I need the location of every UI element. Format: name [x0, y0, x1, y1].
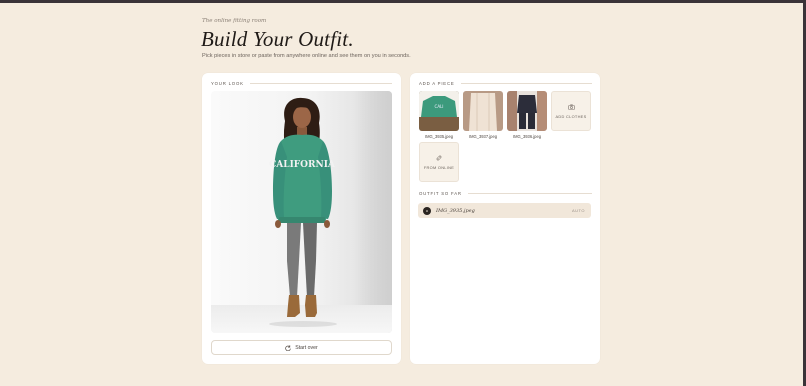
clothing-thumbnail[interactable] [463, 91, 503, 131]
your-look-heading-label: YOUR LOOK [211, 81, 244, 86]
outfit-item-tag: AUTO [571, 208, 585, 213]
dark-outfit-photo-icon [507, 91, 547, 131]
clothing-thumbnail[interactable]: CALI [419, 91, 459, 131]
link-icon [436, 155, 442, 160]
thumbnail-label: IMG_3935.jpeg [425, 134, 453, 139]
start-over-button[interactable]: Start over [211, 340, 392, 355]
beige-jacket-photo-icon [463, 91, 503, 131]
add-piece-heading: ADD A PIECE [419, 81, 592, 86]
thumbnail-label: IMG_3936.jpeg [513, 134, 541, 139]
your-look-heading: YOUR LOOK [211, 81, 392, 86]
refresh-icon [285, 344, 292, 351]
svg-text:CALI: CALI [435, 104, 444, 109]
from-online-label: FROM ONLINE [423, 164, 455, 170]
outfit-item[interactable]: IMG_3935.jpeg AUTO [418, 203, 591, 218]
divider [460, 83, 592, 84]
sweatshirt-print: CALIFORNIA [269, 160, 336, 170]
thumbnail-label: IMG_3937.jpeg [469, 134, 497, 139]
outfit-heading: OUTFIT SO FAR [419, 191, 592, 196]
window-top-border [0, 0, 806, 3]
add-piece-heading-label: ADD A PIECE [419, 81, 455, 86]
divider [249, 83, 392, 84]
page-kicker: The online fitting room [202, 18, 267, 24]
add-piece-card: ADD A PIECE CALI IMG_3935.jpeg IMG_3937.… [410, 73, 600, 364]
model-figure: CALIFORNIA [269, 97, 337, 327]
divider [467, 193, 592, 194]
page-subtitle: Pick pieces in store or paste from anywh… [202, 53, 411, 59]
from-online-button[interactable]: FROM ONLINE [419, 142, 459, 182]
your-look-card: YOUR LOOK CALIFORNIA Start over [202, 73, 401, 364]
outfit-item-name: IMG_3935.jpeg [436, 207, 475, 214]
outfit-heading-label: OUTFIT SO FAR [419, 191, 462, 196]
add-clothes-label: ADD CLOTHES [555, 113, 587, 119]
model-preview: CALIFORNIA [211, 91, 392, 333]
green-sweatshirt-photo-icon: CALI [419, 91, 459, 131]
clothing-thumbnail[interactable] [507, 91, 547, 131]
start-over-label: Start over [295, 344, 318, 351]
outfit-item-dot-icon [423, 206, 431, 215]
add-clothes-button[interactable]: ADD CLOTHES [551, 91, 591, 131]
camera-icon [567, 104, 575, 110]
page-title: Build Your Outfit. [201, 27, 354, 51]
